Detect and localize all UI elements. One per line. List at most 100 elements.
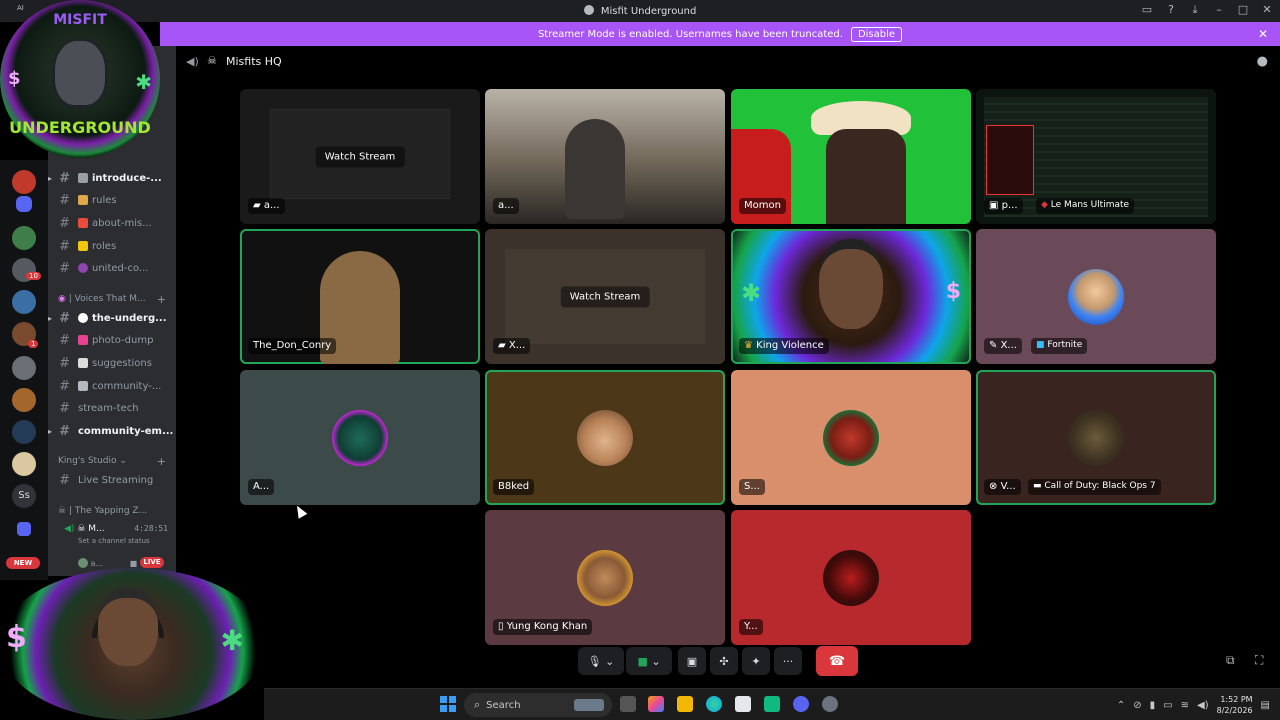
category-voices[interactable]: ◉ | Voices That M... + [58, 293, 176, 306]
avatar [332, 410, 388, 466]
maximize-icon[interactable]: □ [1236, 3, 1250, 17]
mic-tray-icon[interactable]: ▮ [1150, 700, 1156, 711]
tile-avatar-9[interactable]: A... [240, 370, 480, 505]
server-icon[interactable] [12, 356, 36, 380]
channel-rules[interactable]: # rules [48, 190, 176, 210]
avatar [78, 558, 88, 568]
notification-icon[interactable]: ▤ [1261, 700, 1270, 711]
tile-avatar-13[interactable]: ▯ Yung Kong Khan [485, 510, 725, 645]
channel-live-streaming[interactable]: # Live Streaming [48, 470, 176, 490]
edge-icon[interactable] [706, 696, 722, 712]
taskbar-search[interactable]: ⌕ Search [464, 693, 612, 717]
channel-roles[interactable]: # roles [48, 236, 176, 256]
server-icon[interactable] [12, 420, 36, 444]
tile-avatar-11[interactable]: S... [731, 370, 971, 505]
minimize-icon[interactable]: – [1212, 3, 1226, 17]
popout-icon[interactable]: ⧉ [1226, 653, 1235, 668]
watch-stream-button[interactable]: Watch Stream [560, 286, 650, 307]
task-view-icon[interactable] [620, 696, 636, 712]
inbox-icon[interactable]: ▭ [1140, 3, 1154, 17]
disconnect-button[interactable]: ☎ [816, 646, 858, 676]
call-controls: 🎙 ⌄ ■ ⌄ ▣ ✣ ✦ ··· ☎ [578, 645, 862, 677]
file-explorer-icon[interactable] [677, 696, 693, 712]
tile-avatar-10[interactable]: B8ked [485, 370, 725, 505]
server-icon[interactable] [12, 290, 36, 314]
tile-label: ▯ Yung Kong Khan [493, 619, 593, 635]
obs-icon[interactable] [822, 696, 838, 712]
channel-about[interactable]: # about-mis... [48, 213, 176, 233]
add-channel-icon[interactable]: + [157, 293, 166, 306]
tile-video-5[interactable]: The_Don_Conry [240, 229, 480, 364]
tile-avatar-12[interactable]: ⊗ V... ▬ Call of Duty: Black Ops 7 [976, 370, 1216, 505]
screen-share-button[interactable]: ▣ [678, 647, 706, 675]
hash-icon: # [59, 260, 70, 276]
tile-label: ▣ p... [984, 198, 1023, 214]
channel-the-underground[interactable]: ▸ # the-underg... [48, 308, 176, 328]
tile-stream-4[interactable]: ▣ p... ◆ Le Mans Ultimate [976, 89, 1216, 224]
chat-icon[interactable]: ● [1257, 54, 1268, 69]
windows-taskbar: ⌕ Search ⌃ ⊘ ▮ ▭ ≋ ◀) 1:52 PM 8/2/2026 ▤ [264, 688, 1280, 720]
crown-icon: ♛ [744, 340, 757, 351]
fullscreen-icon[interactable]: ⛶ [1255, 653, 1263, 668]
channel-suggestions[interactable]: # suggestions [48, 353, 176, 373]
category-yapping[interactable]: ☠ | The Yapping Z... [58, 506, 176, 516]
soundboard-button[interactable]: ✦ [742, 647, 770, 675]
download-icon[interactable]: ⤓ [1188, 3, 1202, 17]
microphone-button[interactable]: 🎙 ⌄ [578, 647, 624, 675]
channel-united[interactable]: # united-co... [48, 258, 176, 278]
server-folder-icon[interactable] [17, 522, 31, 536]
wifi-icon[interactable]: ≋ [1181, 700, 1189, 711]
channel-status[interactable]: Set a channel status [78, 537, 176, 545]
channel-label: Live Streaming [78, 474, 154, 486]
channel-photo-dump[interactable]: # photo-dump [48, 330, 176, 350]
monitor-icon[interactable]: ▭ [1163, 700, 1172, 711]
stream-overlay-panel [986, 125, 1034, 195]
server-icon[interactable] [12, 388, 36, 412]
add-channel-icon[interactable]: + [157, 455, 166, 468]
activities-icon: ✣ [719, 654, 729, 668]
voice-sub-user[interactable]: a... ■ [78, 558, 137, 568]
clock[interactable]: 1:52 PM 8/2/2026 [1217, 694, 1253, 716]
category-kings-studio[interactable]: King's Studio ⌄ + [58, 455, 176, 468]
tile-video-3[interactable]: Momon [731, 89, 971, 224]
store-icon[interactable] [735, 696, 751, 712]
chat-icon: ▰ [498, 340, 509, 351]
activities-button[interactable]: ✣ [710, 647, 738, 675]
copilot-icon[interactable] [648, 696, 664, 712]
close-icon[interactable]: ✕ [1260, 3, 1274, 17]
start-button[interactable] [440, 696, 456, 712]
tile-video-2[interactable]: a... [485, 89, 725, 224]
tile-avatar-14[interactable]: Y... [731, 510, 971, 645]
watch-stream-button[interactable]: Watch Stream [315, 146, 405, 167]
tile-video-7[interactable]: ✱ $ ♛ King Violence [731, 229, 971, 364]
server-icon[interactable] [12, 452, 36, 476]
server-icon[interactable] [12, 226, 36, 250]
dollar-icon: $ [6, 620, 27, 655]
voice-channel-user[interactable]: ◀) ☠ M... 4:28:51 Set a channel status [64, 524, 176, 545]
channel-community[interactable]: # community-... [48, 376, 176, 396]
server-icon[interactable] [12, 170, 36, 194]
banner-close-icon[interactable]: ✕ [1258, 27, 1268, 41]
hash-icon: # [59, 400, 70, 416]
app-icon[interactable] [764, 696, 780, 712]
tile-stream-6[interactable]: Watch Stream ▰ X... [485, 229, 725, 364]
disable-button[interactable]: Disable [850, 26, 903, 42]
discord-taskbar-icon[interactable] [793, 696, 809, 712]
server-folder-icon[interactable] [16, 196, 32, 212]
channel-label: community-em... [78, 425, 174, 437]
tile-stream-1[interactable]: Watch Stream ▰ a... [240, 89, 480, 224]
camera-button[interactable]: ■ ⌄ [626, 647, 672, 675]
channel-stream-tech[interactable]: # stream-tech [48, 398, 176, 418]
tray-chevron-icon[interactable]: ⌃ [1117, 700, 1125, 711]
chevron-down-icon: ⌄ [119, 456, 127, 466]
more-button[interactable]: ··· [774, 647, 802, 675]
tile-avatar-8[interactable]: ✎ X... ■ Fortnite [976, 229, 1216, 364]
help-icon[interactable]: ? [1164, 3, 1178, 17]
network-icon[interactable]: ⊘ [1133, 700, 1141, 711]
volume-icon[interactable]: ◀) [1197, 700, 1209, 711]
server-ss[interactable]: Ss [12, 484, 36, 508]
channel-introduce[interactable]: ▸ # introduce-... [48, 168, 176, 188]
hash-icon: # [59, 192, 70, 208]
channel-label: rules [92, 194, 117, 206]
channel-community-em[interactable]: ▸ # community-em... [48, 421, 176, 441]
